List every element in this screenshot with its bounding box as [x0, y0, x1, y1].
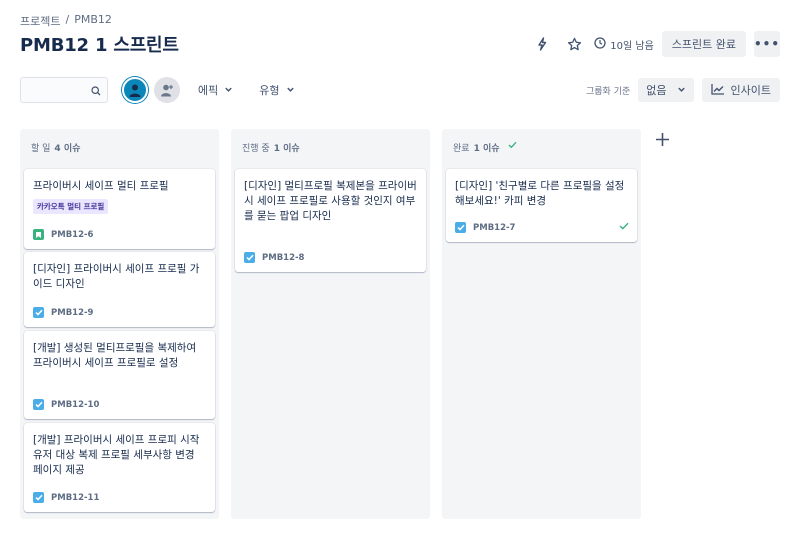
clock-icon	[594, 36, 606, 52]
card-title: [개발] 프라이버시 세이프 프로피 시작 유저 대상 복제 프로필 세부사항 …	[33, 434, 200, 476]
search-icon	[91, 81, 101, 100]
card-title: [디자인] 멀티프로필 복제본을 프라이버시 세이프 프로필로 사용할 것인지 …	[244, 180, 417, 222]
group-by-select[interactable]: 없음	[638, 78, 694, 102]
breadcrumb: 프로젝트 / PMB12	[20, 13, 112, 29]
task-icon	[33, 492, 44, 503]
card-footer: PMB12-7	[455, 222, 629, 233]
card-title: [디자인] '친구별로 다른 프로필을 설정해보세요!' 카피 변경	[455, 180, 625, 207]
column-title: 완료	[453, 144, 470, 154]
issue-key[interactable]: PMB12-6	[51, 230, 93, 240]
epic-filter-label: 에픽	[198, 84, 219, 97]
epic-filter-dropdown[interactable]: 에픽	[190, 77, 241, 103]
column-in-progress: 진행 중 1 이슈 [디자인] 멀티프로필 복제본을 프라이버시 세이프 프로필…	[231, 129, 430, 519]
chevron-down-icon	[224, 84, 233, 97]
column-done: 완료 1 이슈 [디자인] '친구별로 다른 프로필을 설정해보세요!' 카피 …	[442, 129, 641, 519]
issue-card[interactable]: 프라이버시 세이프 멀티 프로필 카카오톡 멀티 프로필 PMB12-6	[24, 169, 215, 249]
done-check-icon	[619, 222, 629, 233]
issue-key[interactable]: PMB12-11	[51, 493, 99, 503]
card-title: [개발] 생성된 멀티프로필을 복제하여 프라이버시 세이프 프로필로 설정	[33, 342, 197, 369]
issue-key[interactable]: PMB12-9	[51, 308, 93, 318]
complete-sprint-button[interactable]: 스프린트 완료	[661, 31, 746, 57]
issue-card[interactable]: [개발] 생성된 멀티프로필을 복제하여 프라이버시 세이프 프로필로 설정 P…	[24, 331, 215, 419]
column-header: 완료 1 이슈	[442, 129, 641, 161]
time-remaining: 10일 남음	[594, 36, 654, 52]
column-title: 할 일	[31, 144, 51, 154]
time-remaining-label: 10일 남음	[610, 40, 654, 52]
card-footer: PMB12-11	[33, 492, 207, 503]
issue-card[interactable]: [디자인] '친구별로 다른 프로필을 설정해보세요!' 카피 변경 PMB12…	[446, 169, 637, 242]
done-check-icon	[508, 141, 517, 152]
card-title: [디자인] 프라이버시 세이프 프로필 가이드 디자인	[33, 263, 200, 290]
card-footer: PMB12-10	[33, 399, 207, 410]
breadcrumb-separator: /	[65, 13, 70, 26]
column-count: 1 이슈	[473, 144, 500, 154]
epic-label[interactable]: 카카오톡 멀티 프로필	[33, 199, 109, 214]
issue-key[interactable]: PMB12-8	[262, 253, 304, 263]
search-box	[20, 77, 108, 103]
issue-card[interactable]: [디자인] 프라이버시 세이프 프로필 가이드 디자인 PMB12-9	[24, 252, 215, 327]
type-filter-dropdown[interactable]: 유형	[251, 77, 302, 103]
task-icon	[33, 399, 44, 410]
column-title: 진행 중	[242, 144, 270, 154]
task-icon	[244, 252, 255, 263]
insights-label: 인사이트	[730, 84, 771, 97]
star-icon[interactable]	[562, 32, 586, 56]
filter-bar: 에픽 유형 그룹화 기준 없음 인사이트	[20, 77, 780, 103]
page-title: PMB12 1 스프린트	[20, 35, 179, 56]
column-todo: 할 일 4 이슈 프라이버시 세이프 멀티 프로필 카카오톡 멀티 프로필 PM…	[20, 129, 219, 519]
card-footer: PMB12-9	[33, 307, 207, 318]
line-chart-icon	[710, 83, 725, 98]
add-column-button[interactable]	[650, 129, 674, 153]
lightning-icon[interactable]	[530, 32, 554, 56]
task-icon	[33, 307, 44, 318]
column-header: 할 일 4 이슈	[20, 129, 219, 161]
task-icon	[455, 222, 466, 233]
type-filter-label: 유형	[259, 84, 280, 97]
more-actions-button[interactable]: •••	[754, 31, 780, 57]
group-by-value: 없음	[646, 84, 667, 97]
story-icon	[33, 229, 44, 240]
breadcrumb-projects[interactable]: 프로젝트	[20, 13, 60, 29]
column-header: 진행 중 1 이슈	[231, 129, 430, 161]
breadcrumb-current[interactable]: PMB12	[74, 13, 112, 29]
top-actions: 10일 남음 스프린트 완료 •••	[530, 31, 780, 57]
add-people-icon[interactable]	[154, 77, 180, 103]
chevron-down-icon	[677, 84, 686, 97]
issue-card[interactable]: [개발] 프라이버시 세이프 프로피 시작 유저 대상 복제 프로필 세부사항 …	[24, 423, 215, 512]
plus-icon	[655, 132, 670, 151]
column-count: 1 이슈	[273, 144, 300, 154]
group-by-label: 그룹화 기준	[586, 86, 631, 97]
card-footer: PMB12-6	[33, 229, 207, 240]
card-footer: PMB12-8	[244, 252, 418, 263]
column-count: 4 이슈	[54, 144, 81, 154]
issue-card[interactable]: [디자인] 멀티프로필 복제본을 프라이버시 세이프 프로필로 사용할 것인지 …	[235, 169, 426, 272]
filter-right: 그룹화 기준 없음 인사이트	[586, 78, 780, 102]
chevron-down-icon	[286, 84, 295, 97]
issue-key[interactable]: PMB12-7	[473, 223, 515, 233]
avatar[interactable]	[122, 77, 148, 103]
issue-key[interactable]: PMB12-10	[51, 400, 99, 410]
search-input[interactable]	[31, 84, 91, 96]
card-title: 프라이버시 세이프 멀티 프로필	[33, 180, 169, 192]
insights-button[interactable]: 인사이트	[701, 78, 780, 102]
